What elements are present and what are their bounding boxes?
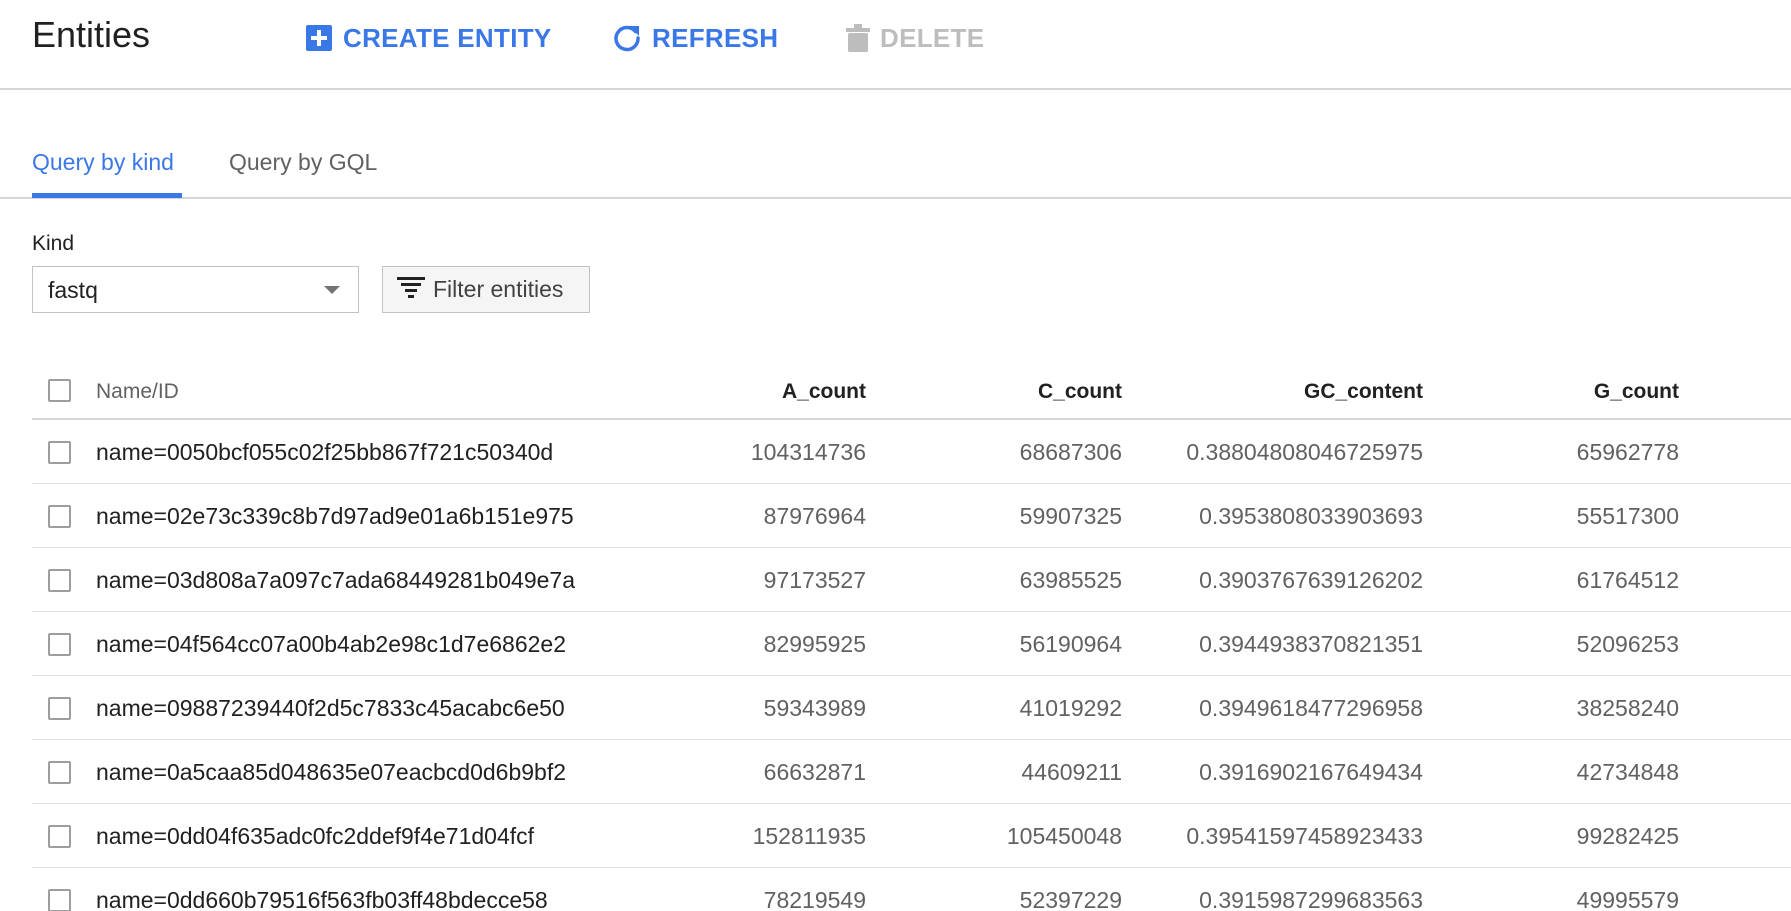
cell-g-count: 42734848 (1576, 759, 1679, 785)
row-checkbox[interactable] (48, 441, 71, 464)
cell-gc-content: 0.39541597458923433 (1186, 823, 1423, 849)
cell-name-id[interactable]: name=0dd04f635adc0fc2ddef9f4e71d04fcf (96, 823, 534, 850)
cell-g-count: 65962778 (1576, 439, 1679, 465)
cell-name-id[interactable]: name=03d808a7a097c7ada68449281b049e7a (96, 567, 575, 594)
cell-c-count: 44609211 (1021, 759, 1122, 785)
column-header-c-count[interactable]: C_count (1038, 380, 1122, 404)
row-checkbox[interactable] (48, 889, 71, 911)
filter-icon (397, 275, 425, 304)
filter-entities-button[interactable]: Filter entities (382, 266, 590, 313)
cell-a-count: 82995925 (763, 631, 866, 657)
table-row: name=02e73c339c8b7d97ad9e01a6b151e975 87… (32, 484, 1791, 548)
cell-c-count: 41019292 (1019, 695, 1122, 721)
cell-g-count: 49995579 (1576, 887, 1679, 911)
cell-g-count: 55517300 (1576, 503, 1679, 529)
row-checkbox[interactable] (48, 825, 71, 848)
delete-button[interactable]: DELETE (846, 20, 984, 56)
cell-a-count: 87976964 (763, 503, 866, 529)
active-tab-indicator (32, 193, 182, 198)
plus-box-icon (305, 24, 333, 52)
cell-name-id[interactable]: name=0050bcf055c02f25bb867f721c50340d (96, 439, 553, 466)
table-row: name=0dd04f635adc0fc2ddef9f4e71d04fcf 15… (32, 804, 1791, 868)
cell-gc-content: 0.3953808033903693 (1199, 503, 1423, 529)
trash-icon (846, 23, 870, 53)
column-header-a-count[interactable]: A_count (782, 380, 866, 404)
entities-table: Name/ID A_count C_count GC_content G_cou… (32, 362, 1791, 911)
table-row: name=0a5caa85d048635e07eacbcd0d6b9bf2 66… (32, 740, 1791, 804)
create-entity-button[interactable]: CREATE ENTITY (305, 20, 552, 56)
cell-gc-content: 0.3903767639126202 (1199, 567, 1423, 593)
cell-a-count: 97173527 (763, 567, 866, 593)
cell-a-count: 152811935 (752, 823, 866, 849)
cell-name-id[interactable]: name=0dd660b79516f563fb03ff48bdecce58 (96, 887, 548, 911)
cell-gc-content: 0.3916902167649434 (1199, 759, 1423, 785)
cell-gc-content: 0.3949618477296958 (1199, 695, 1423, 721)
filter-entities-label: Filter entities (433, 276, 564, 302)
row-checkbox[interactable] (48, 761, 71, 784)
cell-name-id[interactable]: name=09887239440f2d5c7833c45acabc6e50 (96, 695, 565, 722)
cell-c-count: 59907325 (1019, 503, 1122, 529)
cell-a-count: 78219549 (763, 887, 866, 911)
cell-name-id[interactable]: name=02e73c339c8b7d97ad9e01a6b151e975 (96, 503, 574, 530)
query-tabs: Query by kind Query by GQL (0, 125, 1791, 199)
cell-a-count: 66632871 (763, 759, 866, 785)
cell-g-count: 99282425 (1576, 823, 1679, 849)
cell-g-count: 38258240 (1576, 695, 1679, 721)
cell-name-id[interactable]: name=04f564cc07a00b4ab2e98c1d7e6862e2 (96, 631, 566, 658)
delete-label: DELETE (880, 22, 985, 53)
tab-query-by-gql[interactable]: Query by GQL (229, 149, 377, 176)
refresh-icon (612, 23, 642, 53)
cell-a-count: 59343989 (763, 695, 866, 721)
kind-select[interactable]: fastq (32, 266, 359, 313)
table-row: name=09887239440f2d5c7833c45acabc6e50 59… (32, 676, 1791, 740)
toolbar: Entities CREATE ENTITY REFRESH DELETE (0, 0, 1791, 90)
cell-gc-content: 0.3944938370821351 (1199, 631, 1423, 657)
row-checkbox[interactable] (48, 569, 71, 592)
table-row: name=0050bcf055c02f25bb867f721c50340d 10… (32, 420, 1791, 484)
create-entity-label: CREATE ENTITY (343, 22, 552, 53)
column-header-name-id[interactable]: Name/ID (96, 380, 179, 404)
cell-c-count: 56190964 (1019, 631, 1122, 657)
cell-g-count: 61764512 (1576, 567, 1679, 593)
cell-a-count: 104314736 (750, 439, 866, 465)
table-header: Name/ID A_count C_count GC_content G_cou… (32, 362, 1791, 420)
select-all-checkbox[interactable] (48, 379, 71, 402)
cell-c-count: 68687306 (1019, 439, 1122, 465)
column-header-g-count[interactable]: G_count (1594, 380, 1679, 404)
page-title: Entities (32, 14, 151, 55)
row-checkbox[interactable] (48, 633, 71, 656)
caret-down-icon (324, 286, 340, 294)
table-row: name=03d808a7a097c7ada68449281b049e7a 97… (32, 548, 1791, 612)
cell-g-count: 52096253 (1576, 631, 1679, 657)
row-checkbox[interactable] (48, 697, 71, 720)
cell-name-id[interactable]: name=0a5caa85d048635e07eacbcd0d6b9bf2 (96, 759, 566, 786)
kind-label: Kind (32, 232, 75, 255)
refresh-label: REFRESH (652, 22, 779, 53)
column-header-gc-content[interactable]: GC_content (1304, 380, 1423, 404)
cell-gc-content: 0.3915987299683563 (1199, 887, 1423, 911)
table-row: name=0dd660b79516f563fb03ff48bdecce58 78… (32, 868, 1791, 911)
cell-gc-content: 0.38804808046725975 (1186, 439, 1423, 465)
cell-c-count: 105450048 (1006, 823, 1122, 849)
refresh-button[interactable]: REFRESH (612, 20, 778, 56)
row-checkbox[interactable] (48, 505, 71, 528)
tab-query-by-kind[interactable]: Query by kind (32, 149, 174, 176)
kind-select-value: fastq (48, 277, 98, 303)
cell-c-count: 52397229 (1019, 887, 1122, 911)
cell-c-count: 63985525 (1019, 567, 1122, 593)
table-row: name=04f564cc07a00b4ab2e98c1d7e6862e2 82… (32, 612, 1791, 676)
